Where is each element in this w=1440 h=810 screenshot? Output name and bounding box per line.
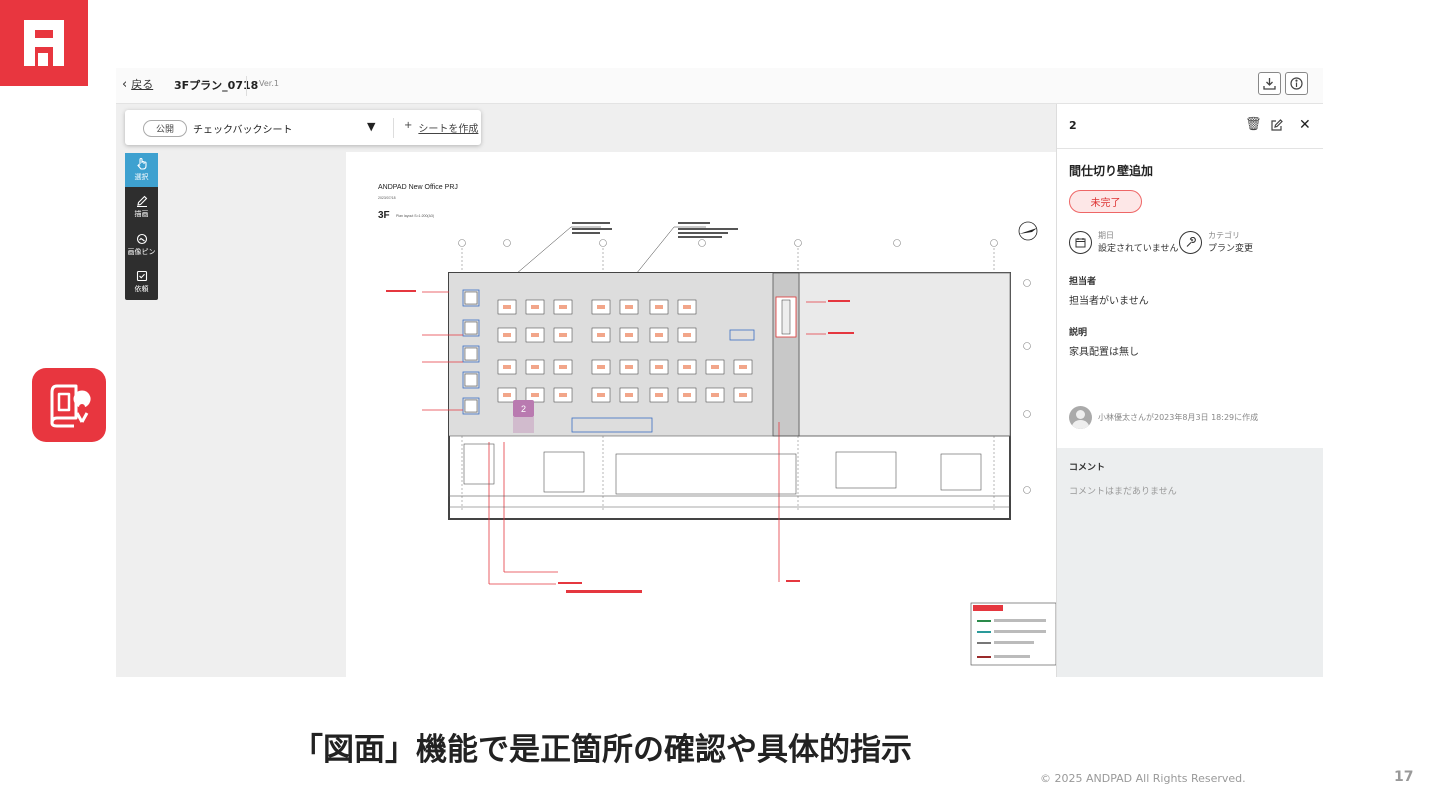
pencil-icon: [136, 195, 147, 207]
tool-label: 依頼: [134, 285, 149, 293]
issue-pin-2[interactable]: 2: [513, 400, 534, 433]
annotation-leaders: [515, 226, 706, 275]
download-icon: [1263, 78, 1276, 90]
dropdown-caret-icon[interactable]: ▼: [367, 120, 375, 133]
issue-title: 間仕切り壁追加: [1069, 164, 1154, 178]
avatar: [1069, 406, 1092, 429]
drawing-feature-icon: [32, 368, 106, 442]
due-label: 期日: [1098, 231, 1114, 240]
project-title: ANDPAD New Office PRJ: [378, 184, 458, 191]
copyright: © 2025 ANDPAD All Rights Reserved.: [1040, 772, 1246, 785]
meeting-room: [775, 296, 797, 338]
sheet-selector-bar: 公開 チェックバックシート ▼ + シートを作成: [125, 110, 481, 145]
category-value: プラン変更: [1208, 244, 1254, 254]
created-by-text: 小林優太さんが2023年8月3日 18:29に作成: [1098, 413, 1259, 422]
create-sheet-label: シートを作成: [418, 124, 479, 135]
visibility-badge[interactable]: 公開: [143, 120, 188, 137]
issue-number: 2: [1069, 119, 1077, 132]
tool-palette: 選択 描画 画像ピン 依頼: [125, 153, 158, 300]
divider: [246, 76, 247, 96]
top-toolbar: ‹ 戻る 3Fプラン_0718 Ver.1: [116, 68, 1323, 104]
create-sheet-button[interactable]: + シートを作成: [404, 120, 478, 135]
category-label: カテゴリ: [1208, 231, 1240, 240]
comments-label: コメント: [1069, 463, 1106, 473]
info-icon: [1290, 77, 1303, 90]
tool-label: 画像ピン: [127, 248, 156, 256]
status-badge[interactable]: 未完了: [1069, 190, 1142, 213]
north-arrow-icon: [1018, 221, 1038, 241]
core-zone: [448, 435, 1011, 508]
andpad-logo: [0, 0, 88, 86]
description-value: 家具配置は無し: [1069, 347, 1139, 358]
annotation-text: [572, 222, 738, 238]
calendar-icon: [1069, 230, 1092, 254]
assignee-label: 担当者: [1069, 277, 1097, 287]
assignee-value[interactable]: 担当者がいません: [1069, 292, 1149, 307]
wrench-icon: [1179, 230, 1202, 254]
divider: [393, 118, 394, 138]
pin-number: 2: [521, 404, 526, 414]
slide-caption: 「図面」機能で是正箇所の確認や具体的指示: [292, 732, 912, 768]
edit-icon[interactable]: [1270, 119, 1283, 132]
issue-detail-panel: 2 🗑 ✕ 間仕切り壁追加 未完了 期日 設定されていません カテゴリ プラン変…: [1056, 104, 1323, 677]
tool-label: 描画: [134, 210, 149, 218]
comments-empty: コメントはまだありません: [1069, 487, 1177, 497]
pointer-icon: [136, 158, 147, 170]
floor-label: 3F: [378, 210, 390, 221]
sheet-name[interactable]: チェックバックシート: [193, 121, 293, 136]
tool-select[interactable]: 選択: [125, 153, 158, 187]
tool-request[interactable]: 依頼: [125, 265, 158, 299]
version-label: Ver.1: [259, 79, 279, 88]
due-value: 設定されていません: [1098, 244, 1179, 254]
floor-subtitle: Plan layout S=1:200(A3): [396, 214, 434, 218]
back-label: 戻る: [131, 78, 154, 91]
comments-section: コメント コメントはまだありません: [1057, 448, 1323, 677]
due-date-field[interactable]: 期日 設定されていません: [1069, 230, 1178, 254]
plus-icon: +: [404, 120, 413, 131]
tool-image-pin[interactable]: 画像ピン: [125, 228, 158, 262]
chevron-left-icon: ‹: [122, 76, 128, 92]
info-button[interactable]: [1285, 72, 1308, 95]
app-screenshot: ‹ 戻る 3Fプラン_0718 Ver.1 公開 チェックバックシート ▼ + …: [116, 68, 1323, 677]
tool-label: 選択: [134, 173, 149, 181]
drawing-legend: [970, 602, 1057, 666]
trash-icon[interactable]: 🗑: [1245, 117, 1262, 132]
close-icon[interactable]: ✕: [1299, 117, 1311, 133]
drawing-date: 2023/07/18: [378, 196, 396, 200]
floor-plan-canvas[interactable]: ANDPAD New Office PRJ 2023/07/18 3F Plan…: [346, 152, 1057, 677]
tool-draw[interactable]: 描画: [125, 190, 158, 224]
request-icon: [136, 270, 147, 282]
image-pin-icon: [136, 233, 147, 245]
page-number: 17: [1394, 769, 1414, 785]
description-label: 説明: [1069, 328, 1088, 338]
back-button[interactable]: ‹ 戻る: [122, 76, 153, 92]
category-field[interactable]: カテゴリ プラン変更: [1179, 230, 1253, 254]
download-button[interactable]: [1258, 72, 1281, 95]
created-by: 小林優太さんが2023年8月3日 18:29に作成: [1069, 406, 1258, 429]
panel-header: 2 🗑 ✕: [1057, 104, 1323, 149]
